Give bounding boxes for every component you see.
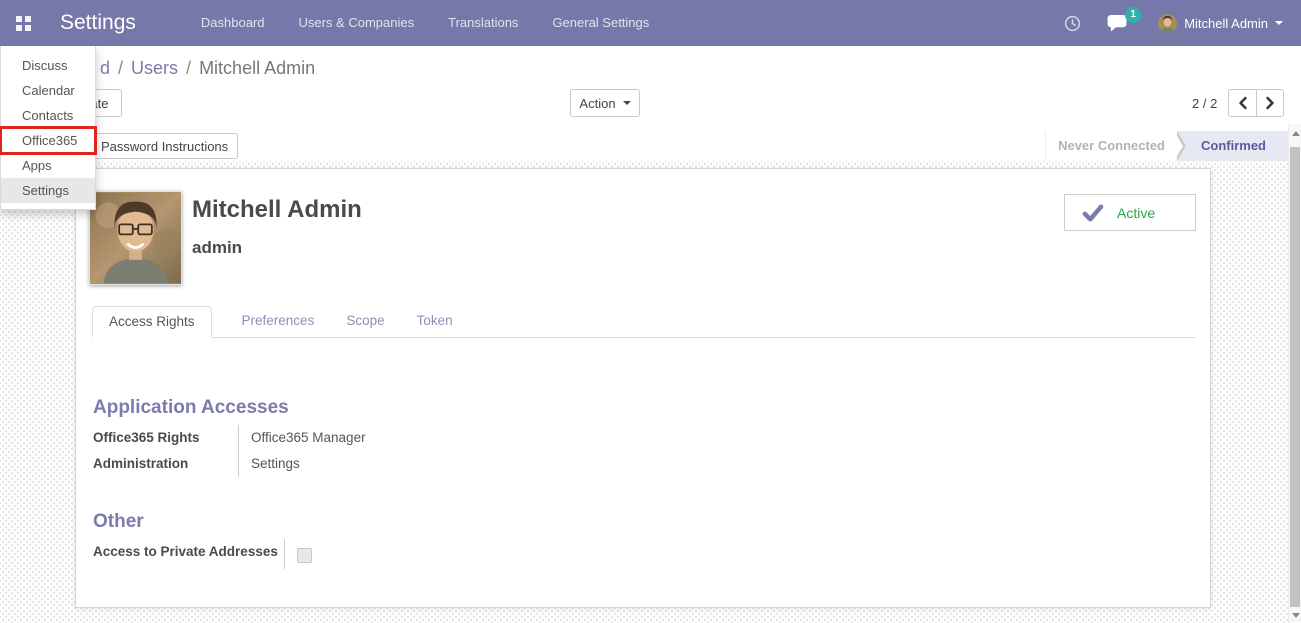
clock-icon <box>1065 15 1081 31</box>
activities-button[interactable] <box>1064 15 1081 32</box>
field-row: Administration Settings <box>93 451 366 477</box>
breadcrumb-separator: / <box>118 58 124 78</box>
app-title: Settings <box>60 11 136 34</box>
navbar-menu: Dashboard Users & Companies Translations… <box>184 0 666 46</box>
chevron-right-icon <box>1266 96 1274 110</box>
apps-menu-item-contacts[interactable]: Contacts <box>1 103 95 128</box>
apps-menu-item-discuss[interactable]: Discuss <box>1 53 95 78</box>
pager-next-button[interactable] <box>1256 89 1284 117</box>
field-cell-private-addresses <box>285 539 312 569</box>
field-label-administration: Administration <box>93 451 239 477</box>
nav-item-general-settings[interactable]: General Settings <box>535 0 666 46</box>
active-stat-label: Active <box>1117 204 1156 221</box>
breadcrumb-separator: / <box>186 58 192 78</box>
user-portrait-illustration <box>90 192 181 284</box>
nav-item-users-companies[interactable]: Users & Companies <box>282 0 432 46</box>
apps-grid-icon <box>15 15 31 31</box>
apps-menu-item-calendar[interactable]: Calendar <box>1 78 95 103</box>
user-login: admin <box>192 238 243 257</box>
messages-button[interactable]: 1 <box>1107 7 1142 32</box>
statusbar-state-never-connected[interactable]: Never Connected <box>1046 131 1177 161</box>
messages-count-badge: 1 <box>1125 7 1142 23</box>
form-statusbar: Password Instructions Never Connected Co… <box>0 131 1288 161</box>
user-avatar <box>1158 13 1178 33</box>
nav-item-translations[interactable]: Translations <box>431 0 535 46</box>
other-fields: Access to Private Addresses <box>93 539 312 569</box>
chevron-left-icon <box>1238 96 1247 110</box>
user-form-sheet: Mitchell Admin admin Active Access Right… <box>75 168 1211 608</box>
password-instructions-button[interactable]: Password Instructions <box>91 133 239 159</box>
user-name-title: Mitchell Admin <box>192 196 362 223</box>
section-title-application-accesses: Application Accesses <box>93 397 289 418</box>
form-view-background: Mitchell Admin admin Active Access Right… <box>0 161 1288 623</box>
statusbar-state-confirmed[interactable]: Confirmed <box>1177 131 1288 161</box>
field-value-administration[interactable]: Settings <box>239 451 300 477</box>
statusbar-states: Never Connected Confirmed <box>1045 131 1288 161</box>
field-value-office365-rights[interactable]: Office365 Manager <box>239 425 366 451</box>
pager-previous-button[interactable] <box>1228 89 1256 117</box>
caret-down-icon <box>622 101 631 105</box>
user-avatar-illustration <box>1158 13 1178 33</box>
breadcrumb-item-partial[interactable]: d <box>100 58 110 79</box>
tab-access-rights[interactable]: Access Rights <box>92 306 212 338</box>
pager-counter: 2 / 2 <box>1192 96 1218 111</box>
apps-dropdown-menu: Discuss Calendar Contacts Office365 Apps… <box>0 46 97 210</box>
navbar-systray: 1 Mitchell Admin <box>1038 7 1301 33</box>
user-menu-button[interactable]: Mitchell Admin <box>1158 13 1283 33</box>
tab-scope[interactable]: Scope <box>330 306 400 337</box>
apps-menu-button[interactable] <box>0 0 46 46</box>
apps-menu-item-apps[interactable]: Apps <box>1 153 95 178</box>
field-label-private-addresses: Access to Private Addresses <box>93 539 285 569</box>
tab-token[interactable]: Token <box>401 306 469 337</box>
pager <box>1228 89 1284 117</box>
tab-preferences[interactable]: Preferences <box>226 306 331 337</box>
caret-down-icon <box>1275 21 1283 25</box>
user-photo[interactable] <box>89 191 182 285</box>
apps-menu-item-office365[interactable]: Office365 <box>0 126 97 155</box>
private-addresses-checkbox[interactable] <box>297 548 312 563</box>
section-title-other: Other <box>93 511 144 532</box>
top-navbar: Settings Dashboard Users & Companies Tra… <box>0 0 1301 46</box>
action-dropdown-label: Action <box>579 95 616 111</box>
active-stat-button[interactable]: Active <box>1064 194 1196 231</box>
breadcrumb-item-users[interactable]: Users <box>131 58 178 79</box>
application-accesses-fields: Office365 Rights Office365 Manager Admin… <box>93 425 366 477</box>
action-dropdown-button[interactable]: Action <box>570 89 640 117</box>
scrollbar-thumb[interactable] <box>1290 147 1300 607</box>
breadcrumb: d / Users / Mitchell Admin <box>100 58 315 79</box>
notebook-tabs: Access Rights Preferences Scope Token <box>92 306 1196 338</box>
field-row: Access to Private Addresses <box>93 539 312 569</box>
user-menu-label: Mitchell Admin <box>1184 15 1268 31</box>
check-icon <box>1082 203 1104 222</box>
odoo-app-window: Mitchell Admin admin Active Access Right… <box>0 0 1301 623</box>
breadcrumb-item-current: Mitchell Admin <box>199 58 316 78</box>
triangle-up-icon[interactable] <box>1292 131 1300 136</box>
nav-item-dashboard[interactable]: Dashboard <box>184 0 282 46</box>
apps-menu-item-settings[interactable]: Settings <box>1 178 95 203</box>
field-label-office365-rights: Office365 Rights <box>93 425 239 451</box>
field-row: Office365 Rights Office365 Manager <box>93 425 366 451</box>
triangle-down-icon[interactable] <box>1292 613 1300 618</box>
vertical-scrollbar[interactable] <box>1288 124 1301 623</box>
